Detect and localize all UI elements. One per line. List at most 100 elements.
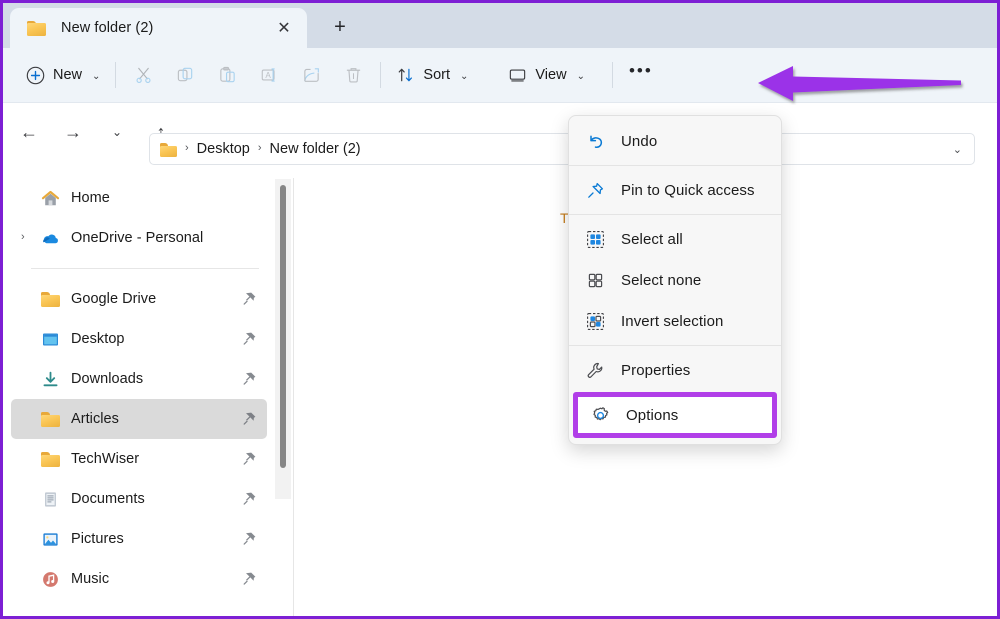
back-button[interactable]: ← [13,116,45,148]
menu-item-undo[interactable]: Undo [573,121,777,161]
select-all-icon [586,230,605,249]
menu-item-label: Pin to Quick access [621,181,755,199]
rename-button[interactable]: A [248,58,290,92]
delete-button[interactable] [332,58,374,92]
sidebar-item-label: Documents [71,491,145,507]
folder-icon [160,142,177,157]
chevron-down-icon: ⌄ [460,70,469,82]
gear-icon [591,406,610,425]
pin-icon[interactable] [242,371,257,386]
more-options-label: ••• [628,61,653,80]
paste-icon [218,66,237,85]
sidebar-scrollbar-thumb[interactable] [280,185,286,468]
chevron-down-icon: ⌄ [92,70,101,82]
close-icon[interactable]: ✕ [273,18,295,40]
pin-icon[interactable] [242,411,257,426]
menu-item-properties[interactable]: Properties [573,350,777,390]
desktop-icon [41,330,60,349]
menu-item-select-none[interactable]: Select none [573,260,777,300]
tab-new-folder-2[interactable]: New folder (2) ✕ [10,8,307,48]
folder-icon [41,410,60,429]
menu-item-label: Select none [621,271,702,289]
sidebar-item-music[interactable]: Music [11,559,267,599]
cut-button[interactable] [122,58,164,92]
sidebar-item-desktop[interactable]: Desktop [11,319,267,359]
sidebar-item-home[interactable]: Home [11,178,267,218]
sidebar-item-documents[interactable]: Documents [11,479,267,519]
copy-icon [176,66,195,85]
sidebar-item-articles[interactable]: Articles [11,399,267,439]
sidebar-item-pictures[interactable]: Pictures [11,519,267,559]
address-dropdown-chevron-icon[interactable]: ⌄ [953,143,962,156]
tab-strip: New folder (2) ✕ + [3,3,997,48]
menu-separator [569,165,781,166]
breadcrumb-separator: › [185,142,189,154]
pin-icon[interactable] [242,531,257,546]
sidebar-item-label: Pictures [71,531,124,547]
scissors-icon [134,66,153,85]
menu-item-pin-to-quick-access[interactable]: Pin to Quick access [573,170,777,210]
copy-button[interactable] [164,58,206,92]
pin-outline-icon [586,181,605,200]
menu-item-label: Options [626,406,679,424]
view-button-label: View [535,67,567,83]
view-button[interactable]: View ⌄ [499,58,594,92]
sidebar-item-label: TechWiser [71,451,140,467]
share-icon [302,66,321,85]
folder-icon [41,290,60,309]
new-button-label: New [53,67,83,83]
pin-icon[interactable] [242,451,257,466]
trash-icon [344,66,363,85]
paste-button[interactable] [206,58,248,92]
home-icon [41,189,60,208]
sidebar-item-label: Music [71,571,110,587]
pin-icon[interactable] [242,331,257,346]
sort-button[interactable]: Sort ⌄ [387,58,477,92]
sidebar-item-label: Desktop [71,331,125,347]
options-highlight-box: Options [573,392,777,438]
command-toolbar: New ⌄ A Sort ⌄ View ⌄ ••• [3,48,997,103]
svg-text:A: A [265,71,271,80]
file-explorer-window: New folder (2) ✕ + New ⌄ A Sort ⌄ View ⌄… [0,0,1000,619]
sidebar-item-label: Articles [71,411,119,427]
chevron-down-icon: ⌄ [576,70,585,82]
tab-label: New folder (2) [61,20,154,36]
sidebar-item-onedrive-personal[interactable]: › OneDrive - Personal [11,218,267,258]
sidebar-item-label: OneDrive - Personal [71,230,204,246]
music-icon [41,570,60,589]
sidebar-item-downloads[interactable]: Downloads [11,359,267,399]
pictures-icon [41,530,60,549]
menu-item-label: Properties [621,361,691,379]
address-bar[interactable]: › Desktop › New folder (2) ⌄ [149,133,975,165]
forward-button[interactable]: → [57,116,89,148]
pin-icon[interactable] [242,491,257,506]
navigation-pane: Home › OneDrive - Personal Google Drive … [3,178,273,616]
sidebar-item-label: Downloads [71,371,144,387]
undo-icon [586,132,605,151]
menu-item-options[interactable]: Options [578,397,772,433]
onedrive-cloud-icon [41,229,60,248]
pin-icon[interactable] [242,291,257,306]
pin-icon[interactable] [242,571,257,586]
invert-selection-icon [586,312,605,331]
menu-item-invert-selection[interactable]: Invert selection [573,301,777,341]
breadcrumb-desktop[interactable]: Desktop [197,141,250,157]
toolbar-separator [611,62,613,88]
select-none-icon [586,271,605,290]
sidebar-item-label: Google Drive [71,291,157,307]
sort-arrows-icon [396,66,415,85]
sidebar-item-techwiser[interactable]: TechWiser [11,439,267,479]
new-button[interactable]: New ⌄ [17,58,109,92]
share-button[interactable] [290,58,332,92]
menu-item-select-all[interactable]: Select all [573,219,777,259]
overflow-menu: Undo Pin to Quick access Select all Sele… [568,115,782,445]
folder-icon [41,450,60,469]
expand-chevron-icon[interactable]: › [21,231,25,243]
plus-circle-icon [26,66,45,85]
menu-separator [569,345,781,346]
sidebar-item-google-drive[interactable]: Google Drive [11,279,267,319]
more-options-button[interactable]: ••• [619,54,663,88]
recent-locations-button[interactable]: ⌄ [101,116,133,148]
new-tab-button[interactable]: + [325,14,355,40]
breadcrumb-new-folder-2[interactable]: New folder (2) [270,141,361,157]
